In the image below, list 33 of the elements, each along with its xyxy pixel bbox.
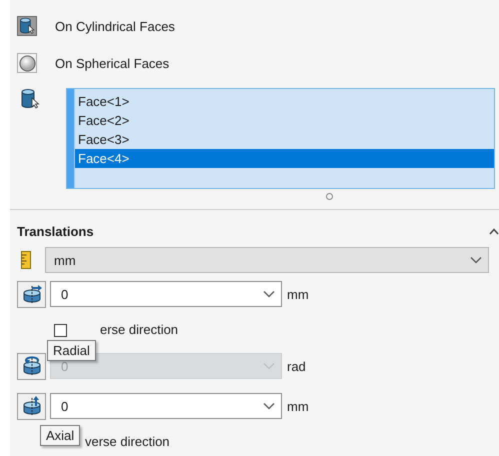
face-list[interactable]: Face<1> Face<2> Face<3> Face<4>	[66, 88, 495, 189]
cylinder-icon	[19, 88, 41, 110]
direction-button[interactable]	[17, 280, 46, 308]
tooltip: Axial	[40, 425, 80, 446]
resize-handle[interactable]	[326, 193, 333, 200]
checkbox-label: verse direction	[85, 434, 170, 449]
cylinder-arrow-icon	[20, 355, 42, 377]
list-item[interactable]: Face<3>	[75, 130, 494, 149]
direction-button[interactable]	[17, 352, 46, 380]
tooltip: Radial	[47, 340, 96, 361]
cylinder-icon	[18, 17, 36, 35]
sphere-faces-button[interactable]	[17, 53, 37, 73]
ruler-icon	[21, 251, 31, 269]
cylinder-faces-button[interactable]	[17, 16, 37, 36]
direction-button[interactable]	[17, 392, 46, 420]
unit-label: mm	[287, 286, 309, 302]
unit-label: mm	[287, 398, 309, 414]
value-field[interactable]: 0	[50, 393, 282, 419]
option-label: On Cylindrical Faces	[55, 18, 175, 34]
list-item[interactable]: Face<4>	[75, 149, 494, 168]
cylinder-arrow-icon	[20, 395, 42, 417]
units-dropdown[interactable]: mm	[45, 247, 489, 273]
value-field[interactable]: 0	[50, 281, 282, 307]
section-title: Translations	[17, 224, 94, 238]
checkbox-label: erse direction	[100, 322, 178, 337]
option-label: On Spherical Faces	[55, 56, 170, 70]
cylinder-arrow-icon	[20, 283, 42, 305]
list-item[interactable]: Face<1>	[75, 92, 494, 111]
collapse-icon[interactable]	[489, 228, 499, 234]
checkbox[interactable]	[54, 324, 67, 336]
sphere-icon	[18, 54, 36, 72]
unit-label: rad	[287, 358, 306, 374]
list-item[interactable]: Face<2>	[75, 111, 494, 130]
